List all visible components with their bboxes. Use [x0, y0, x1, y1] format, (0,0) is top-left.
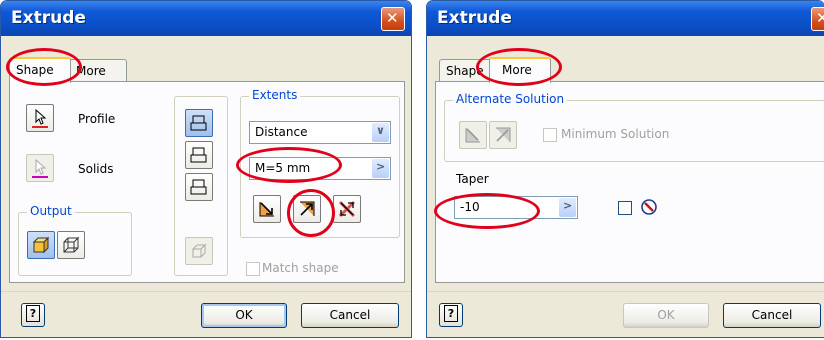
symmetric-icon	[338, 200, 356, 218]
taper-input[interactable]: -10 >	[454, 196, 578, 219]
footer-separator	[1, 291, 411, 292]
cancel-button[interactable]: Cancel	[723, 303, 821, 328]
intersect-icon	[190, 179, 207, 195]
extrude-dialog-more: Extrude Shape More Alternate Solution Mi…	[426, 0, 824, 338]
title-bar[interactable]: Extrude	[1, 1, 411, 36]
close-button[interactable]	[811, 7, 824, 31]
dialog-title: Extrude	[437, 8, 512, 28]
surface-cube-icon	[63, 236, 80, 253]
symmetric-button[interactable]	[333, 195, 361, 223]
extents-type-dropdown[interactable]: Distance ∨	[249, 121, 391, 144]
extents-group: Extents Distance ∨ M=5 mm >	[240, 88, 400, 238]
taper-checkbox[interactable]	[618, 201, 632, 215]
alternate-solution-group: Alternate Solution Minimum Solution	[444, 92, 824, 162]
tab-more[interactable]: More	[67, 59, 127, 82]
distance-value: M=5 mm	[255, 161, 311, 175]
match-shape-label: Match shape	[262, 261, 339, 275]
help-icon: ?	[26, 305, 40, 322]
solids-select-button[interactable]	[26, 154, 54, 182]
output-legend: Output	[27, 204, 75, 218]
tab-more-label: More	[502, 63, 532, 77]
arrow-right-icon[interactable]: >	[372, 159, 389, 178]
chevron-down-icon[interactable]: ∨	[372, 123, 389, 142]
distance-input[interactable]: M=5 mm >	[249, 157, 391, 180]
title-bar[interactable]: Extrude	[427, 1, 824, 36]
direction-1-button[interactable]	[253, 195, 281, 223]
taper-value: -10	[460, 200, 480, 214]
direction-1-icon	[465, 128, 480, 143]
dialog-title: Extrude	[11, 8, 86, 28]
help-button[interactable]: ?	[439, 303, 463, 327]
arrow-right-icon[interactable]: >	[559, 198, 576, 217]
tab-shape-label: Shape	[16, 63, 54, 77]
minimum-solution-label: Minimum Solution	[561, 127, 670, 141]
direction-2-icon	[496, 127, 511, 142]
tab-shape[interactable]: Shape	[9, 57, 71, 83]
tab-more-label: More	[76, 64, 106, 78]
match-shape-checkbox[interactable]	[246, 262, 260, 276]
footer-separator	[427, 291, 824, 292]
new-solid-icon	[192, 243, 207, 258]
cursor-icon	[32, 108, 48, 128]
extrude-dialog-shape: Extrude Shape More Profile Solids Output	[0, 0, 412, 338]
output-group: Output	[18, 204, 132, 276]
alt-direction-2-button[interactable]	[489, 121, 517, 149]
taper-label: Taper	[456, 172, 489, 186]
join-button[interactable]	[185, 109, 213, 137]
operation-group	[174, 96, 228, 276]
close-button[interactable]	[381, 7, 405, 31]
tab-shape-label: Shape	[446, 64, 484, 78]
cursor-icon	[32, 158, 48, 178]
intersect-button[interactable]	[185, 173, 213, 201]
cut-icon	[190, 147, 207, 163]
direction-2-icon	[300, 201, 315, 216]
more-panel: Alternate Solution Minimum Solution Tape…	[435, 81, 824, 283]
alternate-solution-legend: Alternate Solution	[453, 92, 568, 106]
join-icon	[190, 115, 207, 131]
cut-button[interactable]	[185, 141, 213, 169]
cancel-button[interactable]: Cancel	[301, 303, 399, 328]
ok-button[interactable]: OK	[201, 303, 287, 328]
minimum-solution-checkbox[interactable]	[543, 128, 557, 142]
profile-select-button[interactable]	[26, 104, 54, 132]
direction-1-icon	[259, 202, 274, 217]
help-button[interactable]: ?	[21, 303, 45, 327]
solid-cube-icon	[32, 236, 50, 254]
tab-shape[interactable]: Shape	[439, 59, 493, 82]
taper-direction-icon[interactable]	[640, 198, 658, 216]
alt-direction-1-button[interactable]	[459, 121, 487, 149]
solids-label: Solids	[78, 162, 114, 176]
output-solid-button[interactable]	[27, 231, 55, 259]
extents-legend: Extents	[249, 88, 301, 102]
direction-2-button[interactable]	[293, 195, 321, 223]
profile-label: Profile	[78, 112, 116, 126]
output-surface-button[interactable]	[57, 231, 85, 259]
new-solid-button[interactable]	[185, 237, 213, 265]
help-icon: ?	[444, 305, 458, 322]
extents-type-value: Distance	[255, 125, 308, 139]
tab-more[interactable]: More	[489, 57, 551, 83]
ok-button[interactable]: OK	[623, 303, 709, 328]
shape-panel: Profile Solids Output Extents Distance ∨…	[9, 81, 405, 283]
